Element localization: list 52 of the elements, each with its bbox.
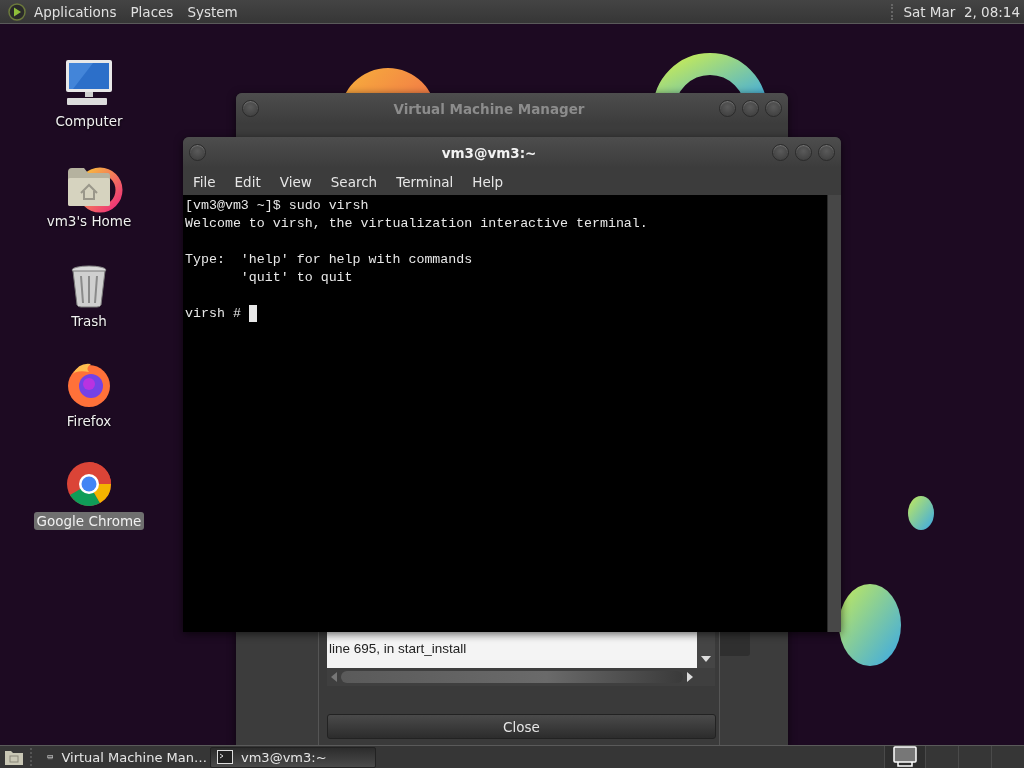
menu-item[interactable]: File <box>193 173 216 190</box>
window-title: Virtual Machine Manager <box>392 100 586 117</box>
menu-item[interactable]: Help <box>472 173 504 190</box>
maximize-button[interactable] <box>742 100 759 117</box>
workspace-cell[interactable] <box>884 746 925 768</box>
desktop-icon-label[interactable]: Computer <box>52 112 126 130</box>
scroll-right-icon[interactable] <box>687 672 693 682</box>
terminal-icon <box>217 750 233 764</box>
terminal-output[interactable]: [vm3@vm3 ~]$ sudo virsh Welcome to virsh, the virtualization interactive terminal. Type: 'help' for help with commands 'quit' to quit virsh # <box>183 195 827 632</box>
menu-item[interactable]: Search <box>330 173 378 190</box>
horizontal-scrollbar[interactable] <box>327 668 715 686</box>
scroll-left-icon[interactable] <box>331 672 337 682</box>
desktop-icon-label[interactable]: Firefox <box>63 412 115 430</box>
close-button[interactable] <box>765 100 782 117</box>
menu-item[interactable]: Terminal <box>396 173 454 190</box>
terminal-line: Type: 'help' for help with commands <box>185 251 473 269</box>
details-text-area[interactable]: line 695, in start_install <box>327 632 697 668</box>
terminal-line: [vm3@vm3 ~]$ sudo virsh <box>185 197 369 215</box>
taskbar-button[interactable]: Virtual Machine Man… <box>41 746 207 768</box>
desktop-icon-label[interactable]: Google Chrome <box>33 512 145 530</box>
menu-item[interactable]: View <box>279 173 312 190</box>
app-menu-icon[interactable] <box>8 2 26 21</box>
show-desktop-icon[interactable] <box>4 748 24 766</box>
window-thumbnail-icon <box>892 745 918 768</box>
panel-menu[interactable]: System <box>187 3 238 20</box>
clock[interactable]: Sat Mar 2, 08:14 <box>903 3 1020 20</box>
vertical-scrollbar[interactable] <box>827 195 841 632</box>
panel-menu[interactable]: Applications <box>34 3 117 20</box>
maximize-button[interactable] <box>795 144 812 161</box>
vertical-scrollbar[interactable] <box>697 632 715 668</box>
desktop-icon-label[interactable]: vm3's Home <box>43 212 135 230</box>
menu-item[interactable]: Edit <box>234 173 261 190</box>
scroll-down-icon[interactable] <box>701 656 711 662</box>
close-button[interactable] <box>818 144 835 161</box>
terminal-line: Welcome to virsh, the virtualization interactive terminal. <box>185 215 648 233</box>
trash-icon[interactable] <box>69 264 109 308</box>
desktop-icon-label[interactable]: Trash <box>68 312 110 330</box>
taskbar-button[interactable]: vm3@vm3:~ <box>210 746 376 768</box>
terminal-line: 'quit' to quit <box>239 269 353 287</box>
traceback-line: line 695, in start_install <box>329 640 468 657</box>
chrome-icon[interactable] <box>65 460 113 508</box>
window-menu-button[interactable] <box>242 100 259 117</box>
close-button[interactable]: Close <box>327 714 716 739</box>
minimize-button[interactable] <box>719 100 736 117</box>
window-title: vm3@vm3:~ <box>440 144 538 161</box>
scrollbar-thumb[interactable] <box>341 671 683 683</box>
panel-menu[interactable]: Places <box>130 3 174 20</box>
terminal-line: virsh # <box>185 305 242 323</box>
home-folder-icon[interactable] <box>66 166 112 208</box>
minimize-button[interactable] <box>772 144 789 161</box>
window-menu-button[interactable] <box>189 144 206 161</box>
computer-icon[interactable] <box>63 58 115 108</box>
